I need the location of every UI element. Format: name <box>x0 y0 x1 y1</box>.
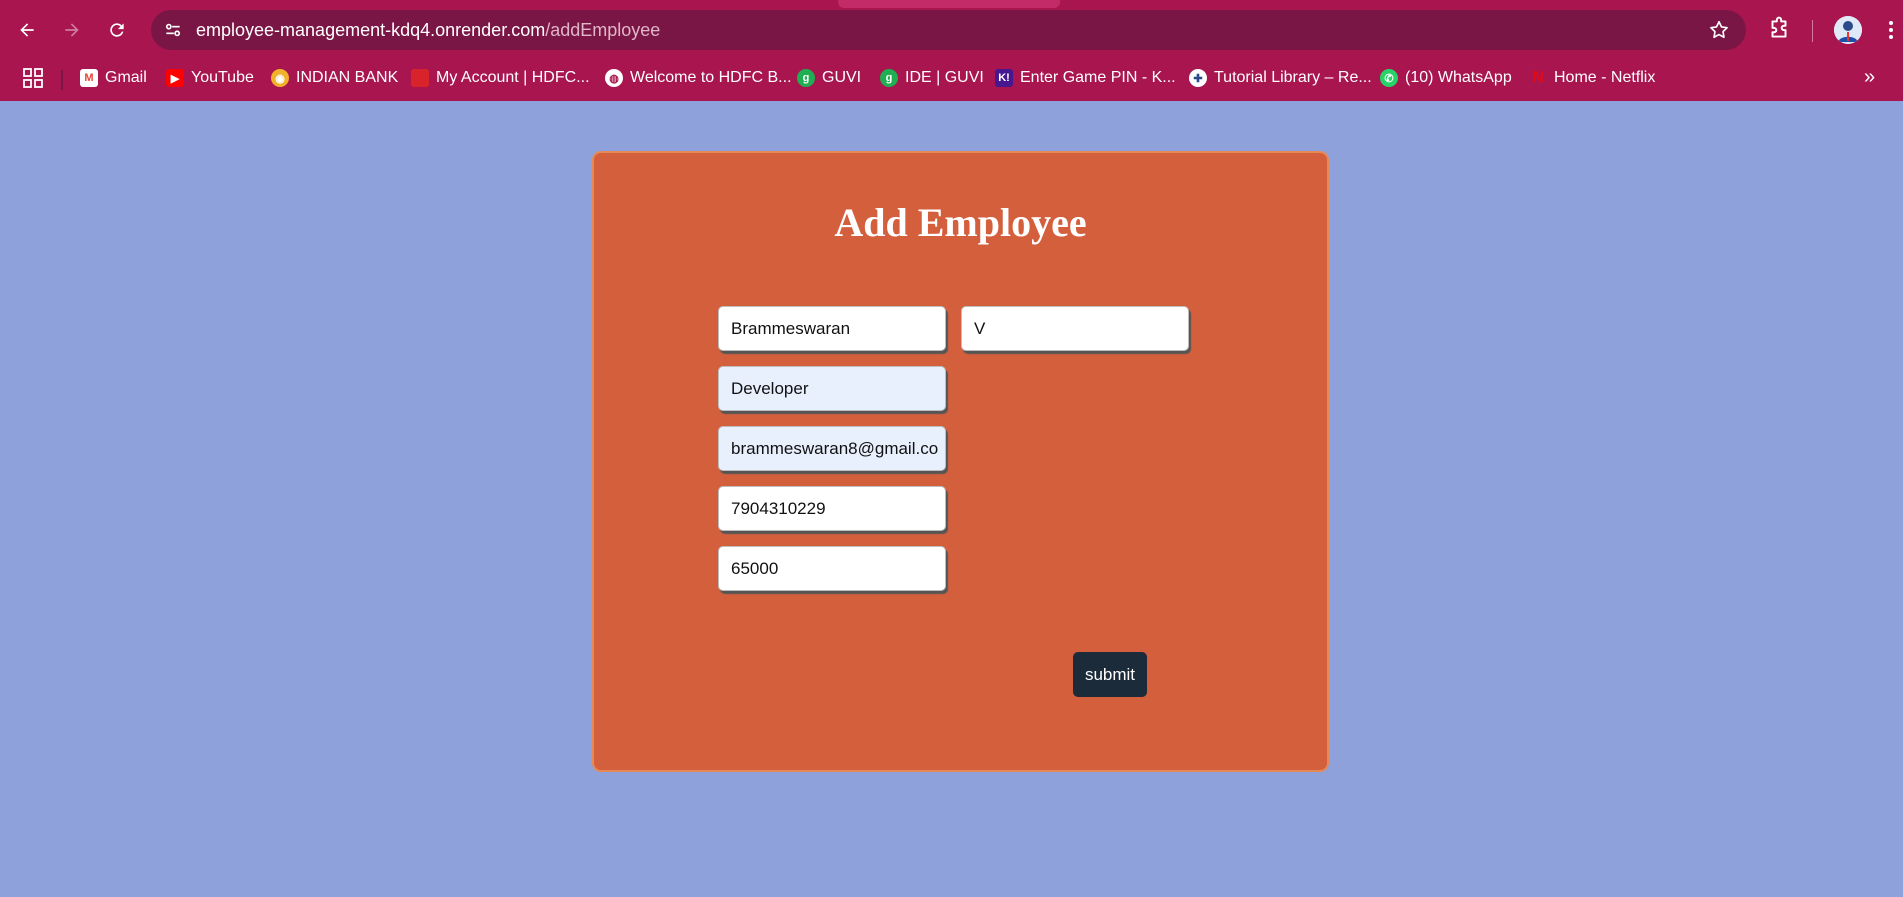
toolbar-divider <box>1812 20 1813 42</box>
bookmark-gmail[interactable]: M Gmail <box>80 65 147 91</box>
guvi-icon: g <box>880 69 898 87</box>
reload-icon <box>110 23 124 37</box>
bookmark-label: (10) WhatsApp <box>1405 69 1512 86</box>
netflix-icon: N <box>1532 69 1544 86</box>
bookmark-label: INDIAN BANK <box>296 69 399 86</box>
bookmarks-bar: M Gmail ▶ YouTube ◉ INDIAN BANK My Accou… <box>0 61 1903 101</box>
bookmark-label: IDE | GUVI <box>905 69 984 86</box>
url-host: employee-management-kdq4.onrender.com <box>196 20 546 40</box>
bookmark-guvi[interactable]: g GUVI <box>797 65 861 91</box>
bookmark-kahoot[interactable]: K! Enter Game PIN - K... <box>995 65 1176 91</box>
first-name-input[interactable]: Brammeswaran <box>718 306 946 351</box>
extensions-icon[interactable] <box>1766 16 1794 44</box>
bookmark-label: Enter Game PIN - K... <box>1020 69 1176 86</box>
bookmark-indian-bank[interactable]: ◉ INDIAN BANK <box>271 65 398 91</box>
hdfc-icon <box>411 69 429 87</box>
browser-toolbar: employee-management-kdq4.onrender.com/ad… <box>0 0 1903 61</box>
address-bar[interactable]: employee-management-kdq4.onrender.com/ad… <box>151 10 1746 50</box>
bookmark-star-icon[interactable] <box>1708 19 1730 41</box>
role-input[interactable]: Developer <box>718 366 946 411</box>
profile-avatar[interactable] <box>1834 16 1862 44</box>
bookmark-label: GUVI <box>822 69 862 86</box>
last-name-input[interactable]: V <box>961 306 1189 351</box>
add-employee-form: Add Employee Brammeswaran V Developer br… <box>592 151 1329 772</box>
bookmark-whatsapp[interactable]: ✆ (10) WhatsApp <box>1380 65 1512 91</box>
bookmark-label: Gmail <box>105 69 147 86</box>
kahoot-icon: K! <box>995 69 1013 87</box>
forward-button[interactable] <box>56 14 88 46</box>
bookmark-label: Tutorial Library – Re... <box>1214 69 1372 86</box>
forward-arrow-icon <box>65 23 79 37</box>
back-button[interactable] <box>11 14 43 46</box>
bookmark-youtube[interactable]: ▶ YouTube <box>166 65 254 91</box>
url-path: /addEmployee <box>545 20 661 40</box>
bookmark-hdfc-welcome[interactable]: ◍ Welcome to HDFC B... <box>605 65 792 91</box>
globe-icon: ◍ <box>605 69 623 87</box>
guvi-icon: g <box>797 69 815 87</box>
phone-input[interactable]: 7904310229 <box>718 486 946 531</box>
site-info-icon[interactable] <box>161 18 185 42</box>
indian-bank-icon: ◉ <box>271 69 289 87</box>
whatsapp-icon: ✆ <box>1380 69 1398 87</box>
url-text: employee-management-kdq4.onrender.com/ad… <box>196 20 660 41</box>
bookmark-netflix[interactable]: N Home - Netflix <box>1529 65 1655 91</box>
gmail-icon: M <box>80 69 98 87</box>
bookmark-label: Home - Netflix <box>1554 69 1656 86</box>
salary-input[interactable]: 65000 <box>718 546 946 591</box>
bookmark-ide-guvi[interactable]: g IDE | GUVI <box>880 65 984 91</box>
back-arrow-icon <box>20 23 34 37</box>
active-tab-accent <box>838 0 1060 8</box>
email-input[interactable]: brammeswaran8@gmail.co <box>718 426 946 471</box>
youtube-icon: ▶ <box>166 69 184 87</box>
bookmarks-overflow-icon[interactable]: » <box>1864 66 1875 89</box>
bookmark-label: Welcome to HDFC B... <box>630 69 792 86</box>
bookmark-label: YouTube <box>191 69 254 86</box>
bookmark-label: My Account | HDFC... <box>436 69 590 86</box>
submit-button[interactable]: submit <box>1073 652 1147 697</box>
python-icon: ✚ <box>1189 69 1207 87</box>
bookmark-tutorial-library[interactable]: ✚ Tutorial Library – Re... <box>1189 65 1372 91</box>
form-title: Add Employee <box>834 200 1087 245</box>
bookmarks-divider <box>61 70 63 90</box>
reload-button[interactable] <box>101 14 133 46</box>
bookmark-hdfc-account[interactable]: My Account | HDFC... <box>411 65 590 91</box>
browser-menu-button[interactable] <box>1884 16 1898 44</box>
apps-grid-icon[interactable] <box>22 67 44 89</box>
